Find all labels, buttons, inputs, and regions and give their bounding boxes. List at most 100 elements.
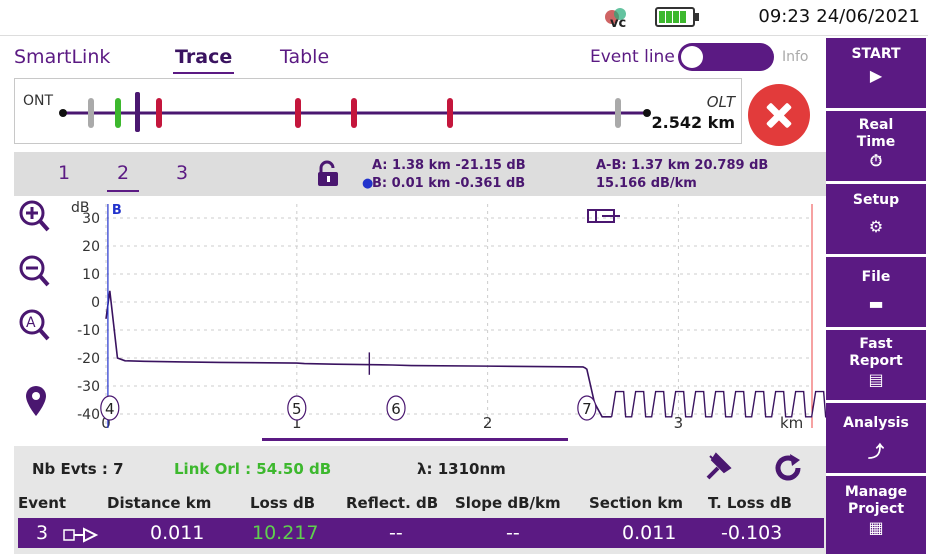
auto-zoom-icon[interactable]: A bbox=[19, 309, 50, 341]
cursor-b-info: B: 0.01 km -0.361 dB bbox=[372, 176, 526, 191]
location-pin-icon[interactable] bbox=[26, 386, 46, 416]
event-marker-label: 4 bbox=[105, 400, 115, 418]
event-marker-label: 7 bbox=[582, 400, 592, 418]
analysis-label: Analysis bbox=[843, 415, 909, 431]
otdr-trace-plot[interactable]: A 30 20 10 0 -10 -20 -30 -40 0123 B 4567 dB km bbox=[14, 196, 832, 438]
cell-reflect: -- bbox=[389, 522, 403, 544]
cursor-tab-1[interactable]: 1 bbox=[58, 162, 70, 184]
event-table: Nb Evts : 7 Link Orl : 54.50 dB λ: 1310n… bbox=[14, 446, 826, 554]
pin-icon[interactable] bbox=[704, 450, 736, 482]
event-line-toggle[interactable] bbox=[678, 43, 774, 71]
unlock-icon[interactable] bbox=[316, 160, 342, 188]
svg-text:vc: vc bbox=[610, 16, 626, 31]
connector-icon bbox=[587, 209, 620, 223]
y-axis-ticks: 3020100-10-20-30-40 bbox=[77, 211, 100, 423]
manage-project-button[interactable]: Manage Project ▦ bbox=[826, 476, 926, 554]
trace-panel: 1 2 3 A: 1.38 km -21.15 dB ● B: 0.01 km … bbox=[14, 152, 832, 438]
plot-grid bbox=[105, 204, 813, 428]
col-total-loss[interactable]: T. Loss dB bbox=[708, 494, 792, 512]
grid-icon: ▦ bbox=[868, 518, 884, 537]
y-tick-label: -40 bbox=[77, 407, 100, 423]
cell-event: 3 bbox=[36, 522, 49, 544]
manage-project-label: Manage Project bbox=[844, 484, 908, 517]
event-marker-red-4 bbox=[447, 98, 453, 128]
tab-trace[interactable]: Trace bbox=[172, 46, 235, 74]
gear-icon: ⚙ bbox=[868, 217, 884, 236]
event-marker-red-3 bbox=[351, 98, 357, 128]
cursor-slope-info: 15.166 dB/km bbox=[596, 176, 697, 191]
event-connector-green bbox=[115, 98, 121, 128]
y-tick-label: 0 bbox=[91, 295, 100, 311]
start-button[interactable]: START ▶ bbox=[826, 38, 926, 108]
x-axis-label: km bbox=[780, 414, 803, 432]
stopwatch-icon: ⏱ bbox=[869, 151, 883, 170]
zoom-in-icon[interactable] bbox=[19, 200, 50, 232]
fiber-end-dot bbox=[643, 109, 651, 117]
play-icon: ▶ bbox=[869, 66, 883, 85]
cell-slope: -- bbox=[506, 522, 520, 544]
cursor-marker bbox=[135, 92, 140, 132]
col-distance[interactable]: Distance km bbox=[107, 494, 211, 512]
y-tick-label: -10 bbox=[77, 323, 100, 339]
x-tick-label: 2 bbox=[483, 414, 493, 432]
x-tick-label: 3 bbox=[674, 414, 684, 432]
cell-loss: 10.217 bbox=[252, 522, 319, 544]
link-map[interactable]: ONT OLT 2.542 km bbox=[14, 78, 742, 144]
y-axis-label: dB bbox=[71, 200, 90, 216]
olt-label: OLT bbox=[706, 93, 735, 111]
cursor-markers: B bbox=[107, 203, 371, 428]
real-time-button[interactable]: Real Time ⏱ bbox=[826, 111, 926, 181]
col-reflect[interactable]: Reflect. dB bbox=[346, 494, 438, 512]
link-length: 2.542 km bbox=[651, 113, 736, 132]
y-tick-label: -20 bbox=[77, 351, 100, 367]
col-event[interactable]: Event bbox=[18, 494, 66, 512]
cursor-tab-3[interactable]: 3 bbox=[176, 162, 188, 184]
col-slope[interactable]: Slope dB/km bbox=[455, 494, 561, 512]
cursor-ab-info: A-B: 1.37 km 20.789 dB bbox=[596, 158, 769, 173]
event-connector-grey-end bbox=[615, 98, 621, 128]
start-label: START bbox=[851, 46, 901, 62]
trace-line bbox=[105, 290, 612, 418]
setup-button[interactable]: Setup ⚙ bbox=[826, 184, 926, 254]
toggle-knob bbox=[681, 46, 703, 68]
fast-report-button[interactable]: Fast Report ▤ bbox=[826, 330, 926, 400]
col-section[interactable]: Section km bbox=[589, 494, 683, 512]
event-line-label: Event line bbox=[590, 47, 675, 67]
file-label: File bbox=[861, 269, 891, 285]
clock-date: 24/06/2021 bbox=[816, 6, 920, 27]
panel-resize-handle[interactable] bbox=[262, 438, 568, 441]
analysis-button[interactable]: Analysis ⤴ bbox=[826, 403, 926, 473]
otdr-screen: vc 09:23 24/06/2021 SmartLink Trace Table… bbox=[0, 0, 928, 554]
event-marker-label: 6 bbox=[391, 400, 401, 418]
status-bar: vc 09:23 24/06/2021 bbox=[0, 0, 928, 36]
real-time-label: Real Time bbox=[856, 117, 896, 150]
side-menu: START ▶ Real Time ⏱ Setup ⚙ File ▬ Fast Repo… bbox=[826, 38, 928, 554]
tab-table[interactable]: Table bbox=[280, 46, 329, 68]
fast-report-label: Fast Report bbox=[849, 336, 903, 369]
zoom-out-icon[interactable] bbox=[19, 255, 50, 287]
tab-smartlink[interactable]: SmartLink bbox=[14, 46, 110, 68]
cursor-tab-2[interactable]: 2 bbox=[106, 162, 140, 192]
table-row-selected[interactable] bbox=[18, 518, 824, 548]
cursor-a-info: A: 1.38 km -21.15 dB bbox=[372, 158, 526, 173]
col-loss[interactable]: Loss dB bbox=[250, 494, 315, 512]
y-tick-label: 10 bbox=[82, 267, 100, 283]
view-tabs: SmartLink Trace Table Event line Info bbox=[0, 38, 826, 78]
battery-full-icon bbox=[655, 7, 699, 27]
link-orl: Link Orl : 54.50 dB bbox=[174, 460, 332, 478]
vc-logo-icon: vc bbox=[605, 8, 626, 31]
cursor-b-label: B bbox=[112, 203, 122, 218]
nb-events: Nb Evts : 7 bbox=[32, 460, 124, 478]
cursor-bar: 1 2 3 A: 1.38 km -21.15 dB ● B: 0.01 km … bbox=[14, 152, 826, 196]
clock: 09:23 24/06/2021 bbox=[758, 6, 920, 27]
refresh-icon[interactable] bbox=[770, 450, 806, 486]
trace-series bbox=[105, 290, 832, 418]
y-tick-label: -30 bbox=[77, 379, 100, 395]
setup-label: Setup bbox=[852, 192, 900, 208]
info-button[interactable]: Info bbox=[782, 49, 809, 65]
file-button[interactable]: File ▬ bbox=[826, 257, 926, 327]
cell-total-loss: -0.103 bbox=[721, 522, 783, 544]
fault-status-icon[interactable] bbox=[748, 84, 810, 146]
event-marker-red-1 bbox=[156, 98, 162, 128]
trace-chart[interactable]: A 3020100-10-20-30-40 0123 B 4567 dB km bbox=[14, 196, 832, 438]
